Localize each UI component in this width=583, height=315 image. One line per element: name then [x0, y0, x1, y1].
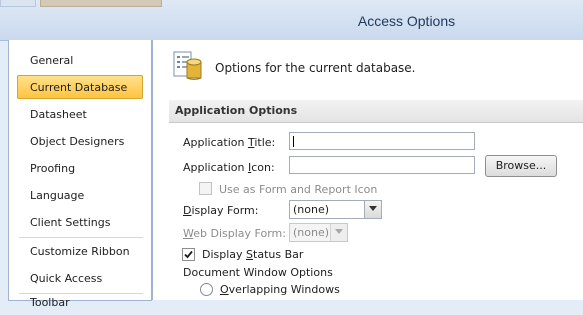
- app-icon-label: Application Icon:: [183, 161, 275, 174]
- section-title: Application Options: [175, 104, 298, 117]
- display-form-value: (none): [293, 203, 330, 216]
- overlapping-windows-label: Overlapping Windows: [220, 283, 340, 296]
- window-title: Access Options: [357, 13, 456, 29]
- browse-button[interactable]: Browse...: [485, 155, 557, 177]
- use-as-icon-checkbox[interactable]: [199, 182, 212, 195]
- document-window-options-label: Document Window Options: [183, 266, 333, 279]
- options-nav: General Current Database Datasheet Objec…: [8, 40, 152, 309]
- display-form-label: Display Form:: [183, 204, 259, 217]
- app-title-label: Application Title:: [183, 136, 276, 149]
- options-pane: Options for the current database. Applic…: [152, 40, 583, 300]
- display-status-bar-label: Display Status Bar: [202, 248, 304, 261]
- nav-item-customize-ribbon[interactable]: Customize Ribbon: [17, 239, 143, 263]
- app-icon-input[interactable]: [289, 156, 475, 174]
- display-form-select[interactable]: (none): [289, 200, 382, 219]
- nav-item-datasheet[interactable]: Datasheet: [17, 102, 143, 126]
- nav-item-language[interactable]: Language: [17, 183, 143, 207]
- section-header: Application Options: [169, 100, 583, 123]
- text-caret: [293, 136, 294, 147]
- nav-item-proofing[interactable]: Proofing: [17, 156, 143, 180]
- use-as-icon-label: Use as Form and Report Icon: [219, 183, 378, 196]
- chevron-down-icon[interactable]: [364, 201, 381, 218]
- nav-separator: [19, 293, 143, 294]
- background-tab: [40, 0, 162, 7]
- database-options-icon: [173, 50, 205, 82]
- chevron-down-icon[interactable]: [330, 224, 347, 241]
- nav-item-client-settings[interactable]: Client Settings: [17, 210, 143, 234]
- pane-header-text: Options for the current database.: [215, 61, 416, 75]
- nav-separator: [19, 237, 143, 238]
- display-status-bar-checkbox[interactable]: [182, 248, 195, 261]
- background-tab-left: [0, 0, 36, 7]
- nav-item-object-designers[interactable]: Object Designers: [17, 129, 143, 153]
- web-display-form-value: (none): [293, 226, 330, 239]
- overlapping-windows-radio[interactable]: [200, 283, 213, 296]
- title-bar: Access Options: [0, 0, 583, 41]
- nav-item-current-database[interactable]: Current Database: [17, 75, 143, 99]
- web-display-form-select[interactable]: (none): [289, 223, 348, 242]
- nav-item-quick-access-toolbar[interactable]: Quick Access Toolbar: [17, 266, 143, 309]
- app-title-input[interactable]: [289, 132, 475, 150]
- nav-item-general[interactable]: General: [17, 48, 143, 72]
- web-display-form-label: Web Display Form:: [183, 227, 286, 240]
